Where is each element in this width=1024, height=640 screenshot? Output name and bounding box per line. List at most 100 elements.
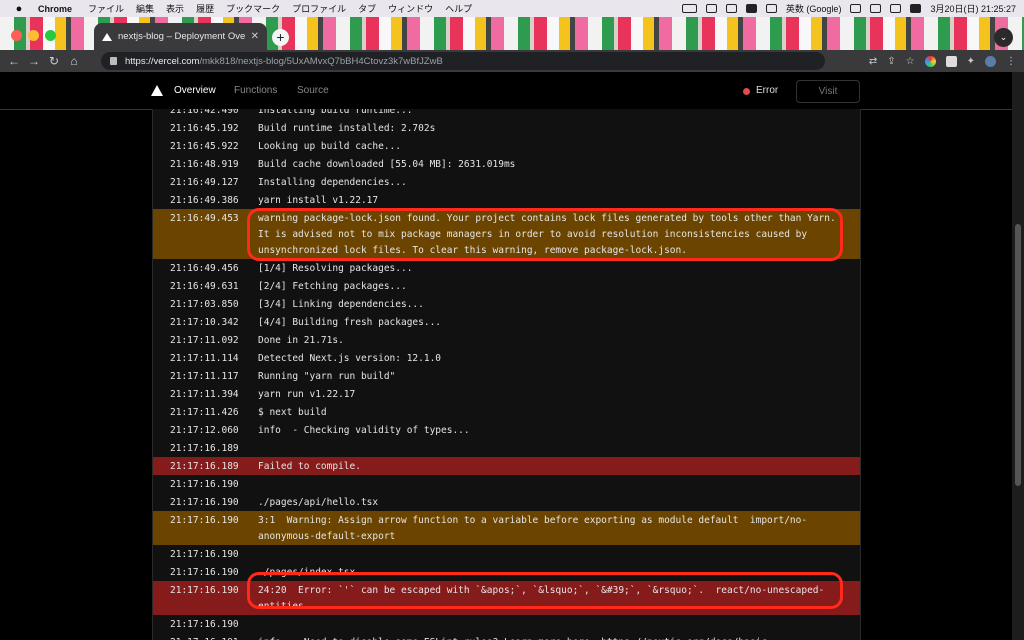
tab-strip: nextjs-blog – Deployment Ove ✕ + ⌄ <box>0 17 1024 50</box>
close-window-button[interactable] <box>11 30 22 41</box>
log-message: $ next build <box>258 407 327 418</box>
menu-item-bookmarks[interactable]: ブックマーク <box>226 2 280 15</box>
new-tab-button[interactable]: + <box>272 29 289 46</box>
ip-icon[interactable] <box>745 4 757 13</box>
html5-icon[interactable] <box>765 4 777 13</box>
tab-functions[interactable]: Functions <box>234 85 277 96</box>
zoom-window-button[interactable] <box>45 30 56 41</box>
profile-avatar[interactable] <box>985 55 996 67</box>
log-message: Done in 21.71s. <box>258 335 344 346</box>
address-bar[interactable]: https://vercel.com/mkk818/nextjs-blog/5U… <box>101 52 825 70</box>
log-timestamp: 21:16:49.127 <box>170 177 239 188</box>
log-row: 21:16:49.127 Installing dependencies... <box>153 173 860 191</box>
log-row: 21:17:16.190 <box>153 615 860 633</box>
extensions-puzzle-icon[interactable]: ✦ <box>967 56 975 67</box>
log-row: 21:17:16.189 <box>153 439 860 457</box>
log-timestamp: 21:16:49.453 <box>170 213 239 224</box>
menu-item-window[interactable]: ウィンドウ <box>388 2 433 15</box>
log-message <box>258 477 860 493</box>
menu-item-tab[interactable]: タブ <box>358 2 376 15</box>
log-timestamp: 21:17:16.190 <box>170 585 239 596</box>
log-row: 21:16:48.919 Build cache downloaded [55.0… <box>153 155 860 173</box>
notion-extension-icon[interactable] <box>945 55 957 67</box>
close-tab-icon[interactable]: ✕ <box>251 31 259 42</box>
log-timestamp: 21:17:11.117 <box>170 371 239 382</box>
log-timestamp: 21:17:11.092 <box>170 335 239 346</box>
log-row: 21:17:16.190 3:1 Warning: Assign arrow fu… <box>153 511 860 545</box>
menu-item-view[interactable]: 表示 <box>166 2 184 15</box>
forward-button[interactable]: → <box>24 54 44 68</box>
visit-button[interactable]: Visit <box>796 80 860 103</box>
log-row: 21:17:11.092 Done in 21.71s. <box>153 331 860 349</box>
log-message: Installing dependencies... <box>258 177 407 188</box>
log-row: 21:17:16.190 ./pages/index.tsx <box>153 563 860 581</box>
log-timestamp: 21:17:16.190 <box>170 619 239 630</box>
home-button[interactable]: ⌂ <box>64 54 84 68</box>
log-row: 21:17:11.117 Running "yarn run build" <box>153 367 860 385</box>
search-icon[interactable] <box>870 4 882 13</box>
menu-item-history[interactable]: 履歴 <box>196 2 214 15</box>
log-timestamp: 21:16:45.192 <box>170 123 239 134</box>
log-timestamp: 21:16:49.631 <box>170 281 239 292</box>
log-message: yarn install v1.22.17 <box>258 195 379 206</box>
tab-overview[interactable]: Overview <box>174 85 216 96</box>
log-row: 21:16:49.631 [2/4] Fetching packages... <box>153 277 860 295</box>
log-row: 21:17:16.191info - Need to disable some … <box>153 633 860 640</box>
menu-item-profile[interactable]: プロファイル <box>292 2 346 15</box>
log-row: 21:17:16.190 ./pages/api/hello.tsx <box>153 493 860 511</box>
deployment-nav: Overview Functions Source Error Visit <box>0 72 1024 110</box>
input-method[interactable]: 英数 (Google) <box>786 2 842 15</box>
window-icon[interactable] <box>725 4 737 13</box>
log-timestamp: 21:16:42.490 <box>170 109 239 116</box>
log-message: warning package-lock.json found. Your pr… <box>258 213 842 256</box>
share-icon[interactable]: ⇪ <box>887 56 895 67</box>
browser-tab[interactable]: nextjs-blog – Deployment Ove ✕ <box>94 23 267 50</box>
page-scrollbar[interactable] <box>1012 72 1024 640</box>
error-status-dot-icon <box>743 88 750 95</box>
log-row: 21:16:49.453 warning package-lock.json fo… <box>153 209 860 259</box>
log-timestamp: 21:16:48.919 <box>170 159 239 170</box>
control-center-icon[interactable] <box>890 4 902 13</box>
log-message: Detected Next.js version: 12.1.0 <box>258 353 442 364</box>
scrollbar-thumb[interactable] <box>1015 224 1021 486</box>
menu-app-name[interactable]: Chrome <box>38 4 72 14</box>
log-message: Failed to compile. <box>258 461 361 472</box>
cat-icon[interactable] <box>681 4 697 13</box>
lock-icon[interactable] <box>110 57 117 65</box>
menu-item-file[interactable]: ファイル <box>88 2 124 15</box>
log-message <box>258 441 860 457</box>
deployment-status: Error <box>756 85 779 96</box>
log-message: [2/4] Fetching packages... <box>258 281 407 292</box>
vercel-logo-icon[interactable] <box>151 85 163 96</box>
color-extension-icon[interactable] <box>924 55 936 67</box>
log-timestamp: 21:17:16.190 <box>170 567 239 578</box>
menu-item-edit[interactable]: 編集 <box>136 2 154 15</box>
log-message: [1/4] Resolving packages... <box>258 263 413 274</box>
tab-source[interactable]: Source <box>297 85 329 96</box>
status-icon[interactable] <box>705 4 717 13</box>
log-row: 21:17:16.190 <box>153 545 860 563</box>
menu-item-help[interactable]: ヘルプ <box>445 2 472 15</box>
siri-icon[interactable] <box>910 4 922 13</box>
tab-search-button[interactable]: ⌄ <box>994 28 1013 47</box>
log-message: [3/4] Linking dependencies... <box>258 299 424 310</box>
translate-icon[interactable]: ⇄ <box>869 56 877 67</box>
menu-clock[interactable]: 3月20日(日) 21:25:27 <box>930 2 1016 15</box>
log-row: 21:17:12.060 info - Checking validity of … <box>153 421 860 439</box>
log-row: 21:16:49.456 [1/4] Resolving packages... <box>153 259 860 277</box>
log-message: Running "yarn run build" <box>258 371 396 382</box>
browser-menu-icon[interactable]: ⋮ <box>1006 56 1016 67</box>
apple-icon[interactable]: ● <box>14 3 24 15</box>
log-row: 21:17:11.426 $ next build <box>153 403 860 421</box>
minimize-window-button[interactable] <box>28 30 39 41</box>
log-message: Looking up build cache... <box>258 141 401 152</box>
reload-button[interactable]: ↻ <box>44 54 64 68</box>
log-row: 21:17:16.190 24:20 Error: `'` can be esca… <box>153 581 860 615</box>
log-row: 21:17:11.394 yarn run v1.22.17 <box>153 385 860 403</box>
vercel-page: Overview Functions Source Error Visit 21… <box>0 72 1024 640</box>
build-log[interactable]: 21:16:42.490 Installing build runtime... 2… <box>152 109 861 640</box>
back-button[interactable]: ← <box>4 54 24 68</box>
log-timestamp: 21:17:16.191 <box>153 635 258 640</box>
wifi-icon[interactable] <box>850 4 862 13</box>
bookmark-star-icon[interactable]: ☆ <box>906 56 915 67</box>
